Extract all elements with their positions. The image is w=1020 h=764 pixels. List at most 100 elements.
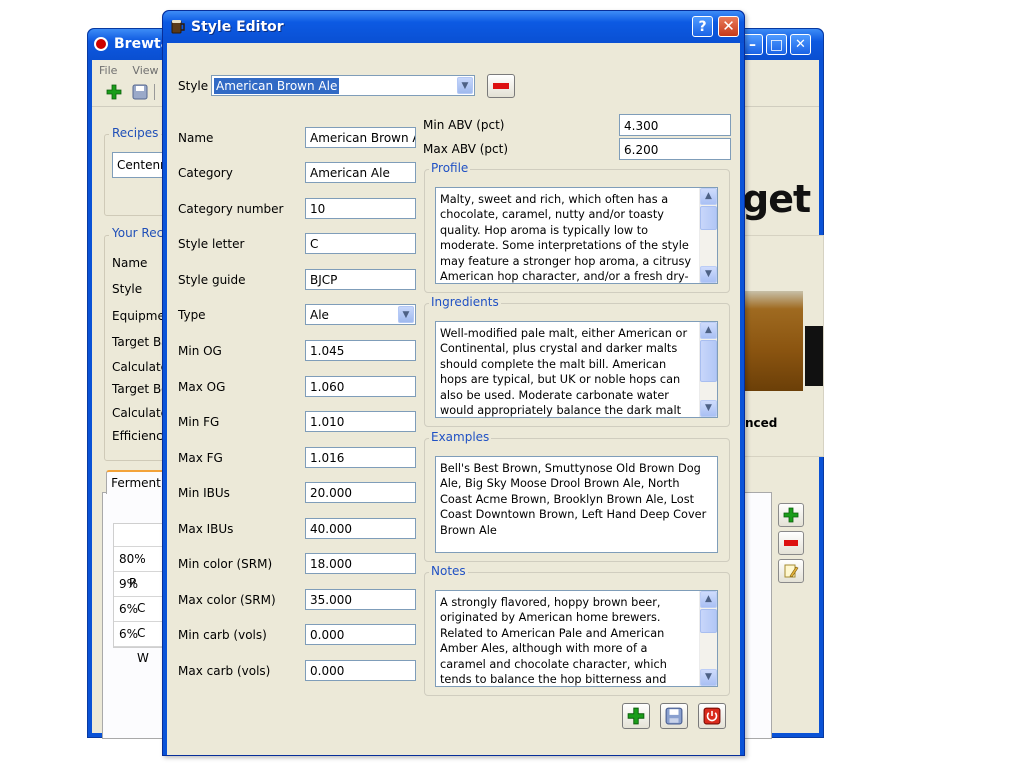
style-editor-dialog: Style Editor ? ✕ Style American Brown Al… xyxy=(162,10,745,756)
maximize-button[interactable]: □ xyxy=(766,34,787,55)
menu-view[interactable]: View xyxy=(125,60,166,77)
new-style-button[interactable] xyxy=(622,703,650,729)
recipes-group-label: Recipes xyxy=(109,126,162,140)
ingredients-label: Ingredients xyxy=(429,295,501,309)
app-icon xyxy=(94,37,108,51)
category-number-label: Category number xyxy=(178,202,284,216)
beer-mug-icon xyxy=(171,20,185,34)
add-fermentable-button[interactable] xyxy=(778,503,804,527)
scroll-thumb[interactable] xyxy=(700,206,717,230)
min-ibus-field[interactable]: 20.000 xyxy=(305,482,416,503)
edit-fermentable-button[interactable] xyxy=(778,559,804,583)
examples-label: Examples xyxy=(429,430,492,444)
style-letter-label: Style letter xyxy=(178,237,245,251)
profile-scrollbar[interactable]: ▲ ▼ xyxy=(699,188,717,283)
add-recipe-icon[interactable] xyxy=(106,84,122,100)
max-og-field[interactable]: 1.060 xyxy=(305,376,416,397)
style-guide-label: Style guide xyxy=(178,273,246,287)
min-carb-label: Min carb (vols) xyxy=(178,628,267,642)
min-ibus-label: Min IBUs xyxy=(178,486,230,500)
save-style-button[interactable] xyxy=(660,703,688,729)
floppy-disk-icon xyxy=(665,707,683,725)
name-field[interactable]: American Brown Ale xyxy=(305,127,416,148)
notes-label: Notes xyxy=(429,564,468,578)
min-fg-field[interactable]: 1.010 xyxy=(305,411,416,432)
style-guide-field[interactable]: BJCP xyxy=(305,269,416,290)
min-og-field[interactable]: 1.045 xyxy=(305,340,416,361)
scroll-down-icon[interactable]: ▼ xyxy=(700,266,717,283)
max-fg-field[interactable]: 1.016 xyxy=(305,447,416,468)
style-label: Style xyxy=(178,79,209,93)
chevron-down-icon: ▼ xyxy=(398,306,414,323)
type-select[interactable]: Ale ▼ xyxy=(305,304,416,325)
examples-textarea[interactable]: Bell's Best Brown, Smuttynose Old Brown … xyxy=(435,456,718,553)
scroll-thumb[interactable] xyxy=(700,609,717,633)
remove-style-button[interactable] xyxy=(487,74,515,98)
advanced-label: nced xyxy=(745,416,778,430)
min-color-field[interactable]: 18.000 xyxy=(305,553,416,574)
beer-glass xyxy=(743,291,803,391)
category-field[interactable]: American Ale xyxy=(305,162,416,183)
table-row[interactable]: 9% C xyxy=(114,572,162,615)
recipe-target-batch-label: Target Ba xyxy=(112,335,169,349)
dialog-client: Style American Brown Ale ▼ Name American… xyxy=(167,43,740,755)
recipe-calculated-label-2: Calculate xyxy=(112,406,169,420)
scroll-thumb[interactable] xyxy=(700,340,717,382)
style-select[interactable]: American Brown Ale ▼ xyxy=(211,75,475,96)
beer-grid xyxy=(805,326,823,386)
notes-text: A strongly flavored, hoppy brown beer, o… xyxy=(440,596,667,687)
table-row[interactable]: 6% W xyxy=(114,622,162,665)
scroll-down-icon[interactable]: ▼ xyxy=(700,400,717,417)
scroll-up-icon[interactable]: ▲ xyxy=(700,591,717,608)
dialog-titlebar: Style Editor ? ✕ xyxy=(163,11,744,43)
dialog-close-button[interactable]: ✕ xyxy=(718,16,739,37)
max-abv-field[interactable]: 6.200 xyxy=(619,138,731,160)
min-og-label: Min OG xyxy=(178,344,222,358)
profile-text: Malty, sweet and rich, which often has a… xyxy=(440,193,692,284)
category-number-field[interactable]: 10 xyxy=(305,198,416,219)
max-color-field[interactable]: 35.000 xyxy=(305,589,416,610)
min-abv-field[interactable]: 4.300 xyxy=(619,114,731,136)
brand-logo-text: get xyxy=(742,177,811,221)
edit-icon xyxy=(784,564,799,578)
minimize-button[interactable]: – xyxy=(742,34,763,55)
table-row[interactable]: 80% P xyxy=(114,547,162,590)
scroll-up-icon[interactable]: ▲ xyxy=(700,188,717,205)
max-fg-label: Max FG xyxy=(178,451,223,465)
max-ibus-label: Max IBUs xyxy=(178,522,234,536)
fermentables-table: 80% P 9% C 6% C 6% W xyxy=(113,523,163,665)
category-label: Category xyxy=(178,166,233,180)
max-carb-field[interactable]: 0.000 xyxy=(305,660,416,681)
scroll-down-icon[interactable]: ▼ xyxy=(700,669,717,686)
table-row[interactable]: 6% C xyxy=(114,597,162,640)
recipe-style-label: Style xyxy=(112,282,143,296)
remove-fermentable-button[interactable] xyxy=(778,531,804,555)
max-ibus-field[interactable]: 40.000 xyxy=(305,518,416,539)
name-label: Name xyxy=(178,131,214,145)
max-carb-label: Max carb (vols) xyxy=(178,664,271,678)
menu-file[interactable]: File xyxy=(92,60,125,77)
recipe-calculated-label: Calculate xyxy=(112,360,169,374)
save-icon[interactable] xyxy=(132,84,148,100)
profile-textarea[interactable]: Malty, sweet and rich, which often has a… xyxy=(435,187,718,284)
ingredients-scrollbar[interactable]: ▲ ▼ xyxy=(699,322,717,417)
tab-fermentables[interactable]: Ferment xyxy=(106,470,166,494)
plus-icon xyxy=(783,507,799,523)
notes-scrollbar[interactable]: ▲ ▼ xyxy=(699,591,717,686)
main-close-button[interactable]: ✕ xyxy=(790,34,811,55)
toolbar-separator xyxy=(154,84,161,100)
table-header xyxy=(114,524,162,547)
notes-textarea[interactable]: A strongly flavored, hoppy brown beer, o… xyxy=(435,590,718,687)
help-button[interactable]: ? xyxy=(692,16,713,37)
type-label: Type xyxy=(178,308,206,322)
recipe-target-boil-label: Target Bo xyxy=(112,382,169,396)
close-editor-button[interactable] xyxy=(698,703,726,729)
min-carb-field[interactable]: 0.000 xyxy=(305,624,416,645)
max-color-label: Max color (SRM) xyxy=(178,593,276,607)
style-letter-field[interactable]: C xyxy=(305,233,416,254)
ingredients-text: Well-modified pale malt, either American… xyxy=(440,327,688,418)
ingredients-textarea[interactable]: Well-modified pale malt, either American… xyxy=(435,321,718,418)
plus-icon xyxy=(627,707,645,725)
style-select-value: American Brown Ale xyxy=(214,78,340,94)
scroll-up-icon[interactable]: ▲ xyxy=(700,322,717,339)
